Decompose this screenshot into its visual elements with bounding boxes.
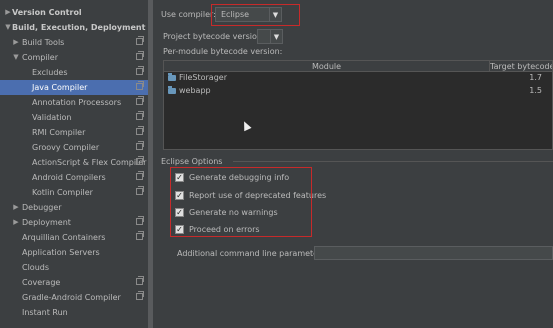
project-scope-icon — [136, 291, 144, 300]
sidebar-item[interactable]: ▶ Debugger — [0, 200, 148, 215]
sidebar-item-label: Deployment — [22, 218, 71, 227]
sidebar-item-label: Groovy Compiler — [32, 143, 100, 152]
module-folder-icon — [168, 73, 176, 81]
compiler-highlight-box — [211, 4, 300, 26]
sidebar-item-label: Debugger — [22, 203, 62, 212]
sidebar-item-label: Application Servers — [22, 248, 100, 257]
project-bytecode-dropdown[interactable]: ▼ — [257, 29, 283, 44]
project-scope-icon — [136, 141, 144, 150]
sidebar-item-label: RMI Compiler — [32, 128, 86, 137]
per-module-label: Per-module bytecode version: — [163, 47, 283, 56]
project-scope-icon — [136, 231, 144, 240]
sidebar-item[interactable]: Application Servers — [0, 245, 148, 260]
project-scope-icon — [136, 171, 144, 180]
sidebar-item-label: Validation — [32, 113, 72, 122]
sidebar-item[interactable]: ▶ Build Tools — [0, 35, 148, 50]
sidebar-item[interactable]: ActionScript & Flex Compiler — [0, 155, 148, 170]
sidebar-item[interactable]: Arquillian Containers — [0, 230, 148, 245]
sidebar-item[interactable]: Coverage — [0, 275, 148, 290]
sidebar-item-label: Instant Run — [22, 308, 68, 317]
chevron-down-icon[interactable]: ▼ — [270, 30, 282, 43]
module-version[interactable]: 1.7 — [494, 72, 542, 84]
column-header-module[interactable]: Module — [164, 61, 490, 72]
project-scope-icon — [136, 51, 144, 60]
sidebar-item[interactable]: Android Compilers — [0, 170, 148, 185]
module-name: webapp — [179, 86, 211, 95]
additional-params-input[interactable] — [314, 246, 553, 260]
table-row[interactable]: webapp 1.5 — [164, 85, 552, 97]
sidebar-item[interactable]: Annotation Processors — [0, 95, 148, 110]
project-scope-icon — [136, 111, 144, 120]
sidebar-item-label: Build, Execution, Deployment — [12, 23, 146, 32]
sidebar-item-label: Gradle-Android Compiler — [22, 293, 121, 302]
sidebar-item[interactable]: Instant Run — [0, 305, 148, 320]
use-compiler-label: Use compiler: — [161, 10, 216, 19]
sidebar-item-label: Android Compilers — [32, 173, 106, 182]
section-divider — [233, 161, 553, 162]
java-compiler-panel: Use compiler: Eclipse ▼ Project bytecode… — [153, 0, 553, 328]
sidebar-item[interactable]: ▶ Deployment — [0, 215, 148, 230]
sidebar-item-label: Annotation Processors — [32, 98, 122, 107]
eclipse-options-label: Eclipse Options — [161, 157, 223, 166]
project-bytecode-label: Project bytecode version: — [163, 32, 265, 41]
module-version[interactable]: 1.5 — [494, 85, 542, 97]
sidebar-item[interactable]: ▼ Compiler — [0, 50, 148, 65]
sidebar-item[interactable]: Java Compiler — [0, 80, 148, 95]
project-scope-icon — [136, 156, 144, 165]
sidebar-item-label: Excludes — [32, 68, 68, 77]
sidebar-item-label: ActionScript & Flex Compiler — [32, 158, 147, 167]
sidebar-item[interactable]: ▶ Version Control — [0, 5, 148, 20]
project-scope-icon — [136, 96, 144, 105]
project-scope-icon — [136, 126, 144, 135]
sidebar-item[interactable]: Validation — [0, 110, 148, 125]
table-row[interactable]: FileStorager 1.7 — [164, 72, 552, 84]
sidebar-item[interactable]: Kotlin Compiler — [0, 185, 148, 200]
sidebar-item[interactable]: Clouds — [0, 260, 148, 275]
sidebar-item[interactable]: RMI Compiler — [0, 125, 148, 140]
chevron-right-icon[interactable]: ▶ — [12, 35, 20, 50]
sidebar-item-label: Build Tools — [22, 38, 65, 47]
sidebar-item[interactable]: Excludes — [0, 65, 148, 80]
module-folder-icon — [168, 86, 176, 94]
module-name: FileStorager — [179, 73, 227, 82]
options-highlight-box — [170, 167, 312, 237]
project-scope-icon — [136, 81, 144, 90]
project-scope-icon — [136, 36, 144, 45]
sidebar-item[interactable]: Groovy Compiler — [0, 140, 148, 155]
additional-params-label: Additional command line parameters: — [177, 249, 329, 258]
settings-tree: ▶ Version Control ▼ Build, Execution, Deplo… — [0, 0, 148, 328]
chevron-down-icon[interactable]: ▼ — [4, 20, 12, 35]
chevron-right-icon[interactable]: ▶ — [12, 215, 20, 230]
column-header-target-version[interactable]: Target bytecode v — [490, 61, 552, 72]
sidebar-item-label: Coverage — [22, 278, 61, 287]
project-scope-icon — [136, 276, 144, 285]
sidebar-item-label: Compiler — [22, 53, 59, 62]
chevron-right-icon[interactable]: ▶ — [4, 5, 12, 20]
chevron-down-icon[interactable]: ▼ — [12, 50, 20, 65]
sidebar-item-label: Java Compiler — [32, 83, 88, 92]
sidebar-item-label: Clouds — [22, 263, 50, 272]
sidebar-item[interactable]: ▼ Build, Execution, Deployment — [0, 20, 148, 35]
sidebar-item[interactable]: Gradle-Android Compiler — [0, 290, 148, 305]
chevron-right-icon[interactable]: ▶ — [12, 200, 20, 215]
sidebar-item-label: Version Control — [12, 8, 82, 17]
project-scope-icon — [136, 66, 144, 75]
sidebar-item-label: Arquillian Containers — [22, 233, 106, 242]
project-scope-icon — [136, 216, 144, 225]
sidebar-item-label: Kotlin Compiler — [32, 188, 93, 197]
project-scope-icon — [136, 186, 144, 195]
module-bytecode-table: Module Target bytecode v FileStorager 1.… — [163, 60, 553, 150]
